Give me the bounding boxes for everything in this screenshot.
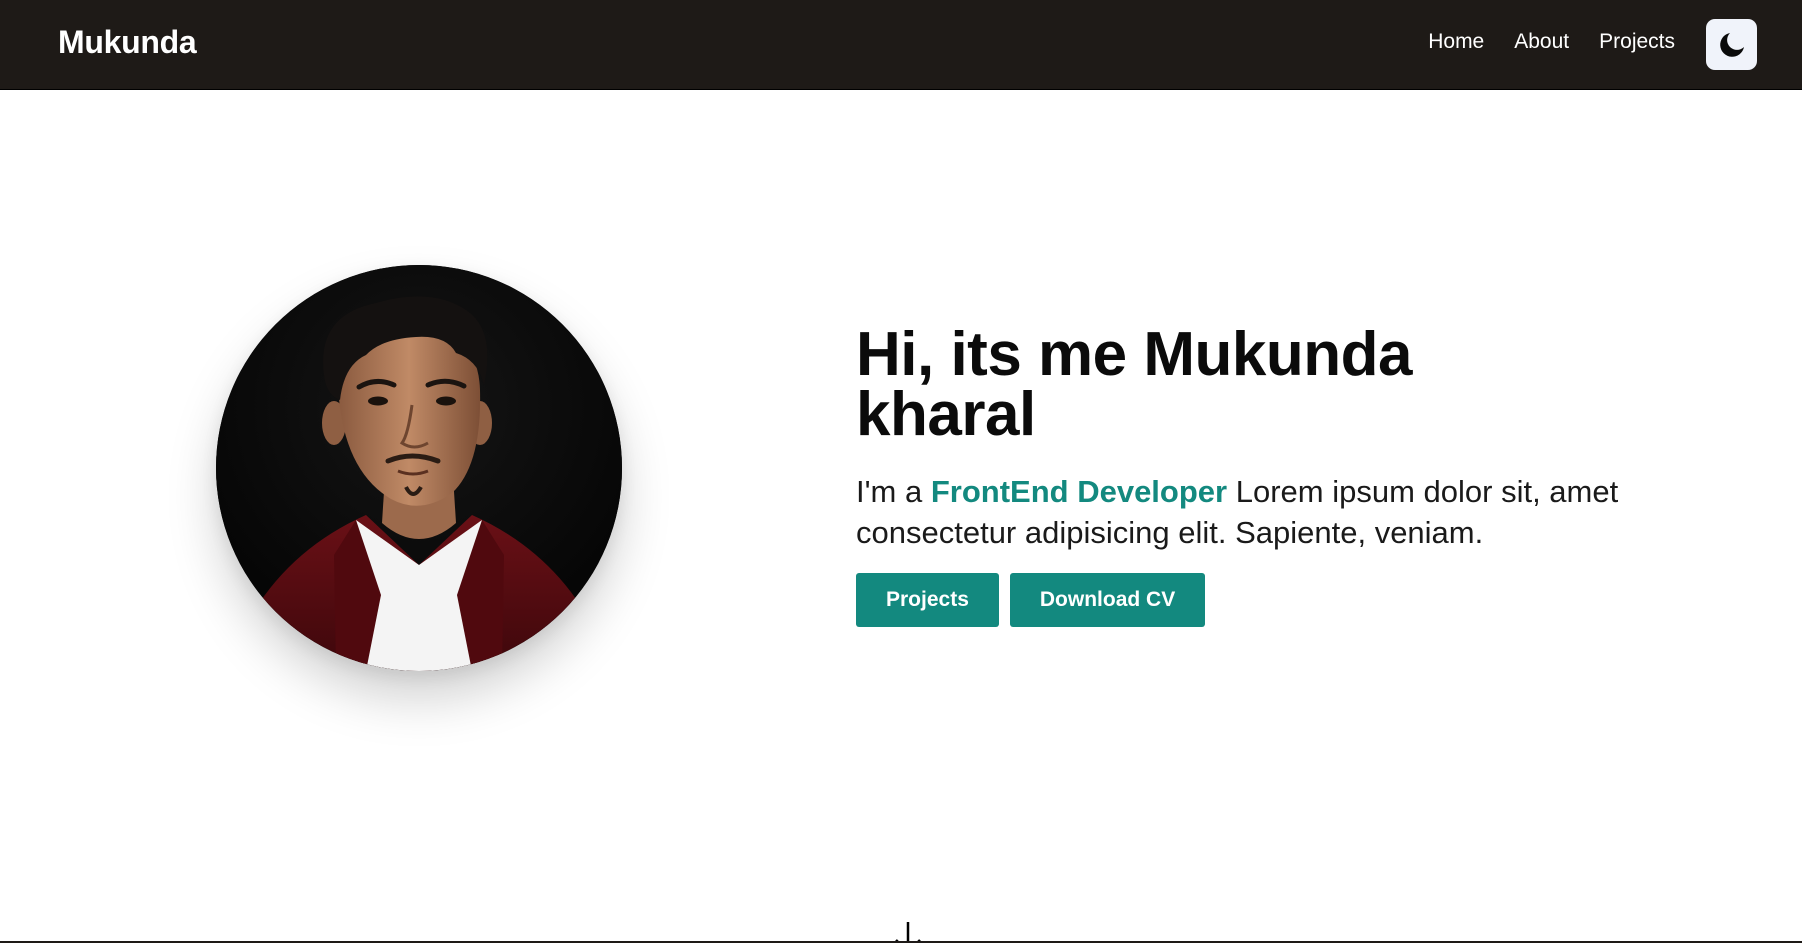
nav-link-home[interactable]: Home xyxy=(1428,30,1484,54)
hero-title-line2: kharal xyxy=(856,380,1036,449)
theme-toggle-button[interactable] xyxy=(1706,19,1757,70)
desc-highlight-role: FrontEnd Developer xyxy=(930,474,1228,509)
nav-link-projects[interactable]: Projects xyxy=(1599,30,1675,54)
hero-description: I'm a FrontEnd Developer Lorem ipsum dol… xyxy=(856,471,1636,553)
navbar: Mukunda Home About Projects xyxy=(0,0,1802,90)
arrow-down-icon xyxy=(895,922,921,943)
hero-title: Hi, its me Mukunda kharal xyxy=(856,324,1636,446)
hero-buttons: Projects Download CV xyxy=(856,573,1636,627)
download-cv-button[interactable]: Download CV xyxy=(1009,573,1206,627)
profile-photo xyxy=(216,265,622,671)
nav-links: Home About Projects xyxy=(1428,30,1675,54)
desc-prefix: I'm a xyxy=(856,474,923,509)
scroll-down-button[interactable] xyxy=(888,918,928,943)
hero-text: Hi, its me Mukunda kharal I'm a FrontEnd… xyxy=(856,324,1636,627)
nav-link-about[interactable]: About xyxy=(1514,30,1569,54)
hero-title-line1: Hi, its me Mukunda xyxy=(856,320,1412,389)
brand-logo[interactable]: Mukunda xyxy=(58,24,197,61)
projects-button[interactable]: Projects xyxy=(856,573,999,627)
moon-icon xyxy=(1719,32,1744,57)
